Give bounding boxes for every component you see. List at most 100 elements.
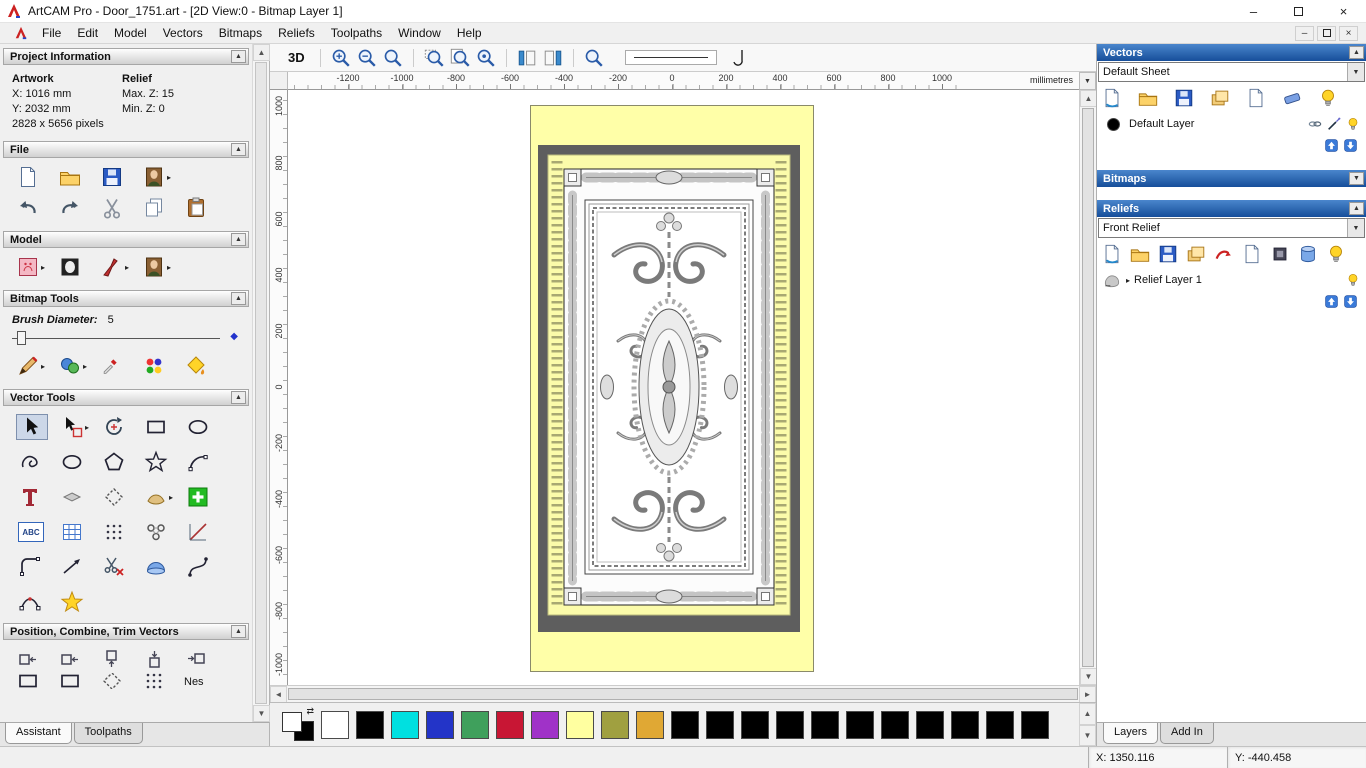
centre-in-page-icon[interactable]: [16, 647, 40, 671]
slice-vectors-icon[interactable]: [142, 673, 166, 689]
new-model-icon[interactable]: [16, 165, 40, 189]
import-relief-icon[interactable]: [1101, 243, 1123, 265]
palette-scroll-up-icon[interactable]: ▲: [1079, 703, 1096, 725]
tab-assistant[interactable]: Assistant: [5, 723, 72, 744]
layer-colour-chip[interactable]: [1107, 117, 1120, 131]
zoom-scale-icon[interactable]: [583, 47, 605, 69]
nesting-clipped-label[interactable]: Nes: [184, 676, 204, 688]
colour-swatch-16[interactable]: [881, 710, 909, 739]
colour-swatch-1[interactable]: [356, 710, 384, 739]
tab-toolpaths[interactable]: Toolpaths: [73, 723, 143, 744]
edit-layer-icon[interactable]: [1326, 116, 1342, 132]
vertical-scrollbar[interactable]: ▲ ▼: [1079, 90, 1097, 685]
vector-doctor-tool[interactable]: [142, 554, 174, 580]
create-ellipse-tool[interactable]: [58, 449, 90, 475]
paint-selective-icon[interactable]: [58, 354, 82, 378]
minimize-button[interactable]: –: [1231, 0, 1276, 22]
join-vectors-tool[interactable]: [58, 554, 90, 580]
colour-swatch-12[interactable]: [741, 710, 769, 739]
restore-button[interactable]: [1276, 0, 1321, 22]
close-button[interactable]: ×: [1321, 0, 1366, 22]
node-editing-tool[interactable]: [16, 589, 48, 615]
relief-flyout-arrow-icon[interactable]: ▸: [41, 263, 45, 272]
colour-swatch-20[interactable]: [1021, 710, 1049, 739]
primary-secondary-colour[interactable]: ⇄: [282, 706, 314, 741]
menu-bitmaps[interactable]: Bitmaps: [211, 24, 270, 42]
palette-scroll[interactable]: ▲ ▼: [1079, 703, 1096, 746]
zoom-window-icon[interactable]: [423, 47, 445, 69]
colour-swatch-10[interactable]: [671, 710, 699, 739]
colour-swatch-4[interactable]: [461, 710, 489, 739]
mdi-close-button[interactable]: ×: [1339, 25, 1358, 41]
copy-icon[interactable]: [142, 196, 166, 220]
sculpt-relief-icon[interactable]: [100, 255, 124, 279]
colour-swatch-13[interactable]: [776, 710, 804, 739]
relief-layer-name[interactable]: Relief Layer 1: [1134, 274, 1345, 286]
model-section-header[interactable]: Model ▲: [3, 231, 249, 248]
cut-icon[interactable]: [100, 196, 124, 220]
create-text-tool[interactable]: [16, 484, 48, 510]
open-model-icon[interactable]: [58, 165, 82, 189]
vector-layer-name[interactable]: Default Layer: [1129, 118, 1307, 130]
undo-icon[interactable]: [16, 196, 40, 220]
move-relief-layer-up-icon[interactable]: [1324, 294, 1339, 309]
collapse-reliefs-panel-button[interactable]: ▲: [1349, 202, 1364, 215]
colour-swatch-2[interactable]: [391, 710, 419, 739]
relief-layer-thumbnail-icon[interactable]: [1102, 270, 1122, 290]
menu-vectors[interactable]: Vectors: [155, 24, 211, 42]
colour-swatch-8[interactable]: [601, 710, 629, 739]
slider-thumb[interactable]: [17, 331, 26, 345]
create-arc-tool[interactable]: [184, 449, 216, 475]
transform-flyout-arrow-icon[interactable]: ▸: [85, 423, 89, 432]
vector-grid-tool[interactable]: [58, 519, 90, 545]
collapse-model-section-button[interactable]: ▲: [231, 233, 246, 246]
swap-colours-icon[interactable]: ⇄: [306, 706, 314, 717]
import-vectors-icon[interactable]: [1101, 87, 1123, 109]
text-on-curve-tool[interactable]: [58, 484, 90, 510]
transform-vectors-tool[interactable]: ▸: [58, 414, 90, 440]
sculpt-flyout-arrow-icon[interactable]: ▸: [125, 263, 129, 272]
menu-edit[interactable]: Edit: [69, 24, 106, 42]
create-rectangle-tool[interactable]: [142, 414, 174, 440]
colour-swatch-3[interactable]: [426, 710, 454, 739]
menu-model[interactable]: Model: [106, 24, 155, 42]
zoom-out-icon[interactable]: [356, 47, 378, 69]
zoom-in-icon[interactable]: [330, 47, 352, 69]
assistant-scrollbar[interactable]: ▲ ▼: [252, 44, 270, 722]
wrap-vectors-tool[interactable]: ▸: [142, 484, 174, 510]
fit-height-icon[interactable]: [542, 47, 564, 69]
save-vector-layer-icon[interactable]: [1173, 87, 1195, 109]
expand-bitmaps-panel-button[interactable]: ▼: [1349, 172, 1364, 185]
create-polygon-tool[interactable]: [100, 449, 132, 475]
colour-swatch-17[interactable]: [916, 710, 944, 739]
zoom-previous-icon[interactable]: [382, 47, 404, 69]
new-vector-layer-icon[interactable]: [1245, 87, 1267, 109]
bitmap-tools-header[interactable]: Bitmap Tools ▲: [3, 290, 249, 307]
slider-track[interactable]: [12, 338, 220, 339]
open-vector-layer-icon[interactable]: [1137, 87, 1159, 109]
offset-vector-tool[interactable]: [100, 484, 132, 510]
curve-style-selector[interactable]: [731, 48, 747, 68]
tab-add-in[interactable]: Add In: [1160, 723, 1214, 744]
mdi-restore-button[interactable]: [1317, 25, 1336, 41]
zoom-objects-icon[interactable]: [475, 47, 497, 69]
open-relief-layer-icon[interactable]: [1129, 243, 1151, 265]
merge-vector-layers-icon[interactable]: [1209, 87, 1231, 109]
save-relief-layer-icon[interactable]: [1157, 243, 1179, 265]
ruler-units-dropdown-icon[interactable]: ▼: [1079, 72, 1096, 90]
pick-colour-icon[interactable]: [100, 356, 120, 376]
align-bottom-icon[interactable]: [142, 647, 166, 671]
horizontal-scroll-thumb[interactable]: [288, 688, 1078, 700]
delete-vector-layer-icon[interactable]: [1281, 87, 1303, 109]
position-combine-trim-header[interactable]: Position, Combine, Trim Vectors ▲: [3, 623, 249, 640]
texture-flyout-arrow-icon[interactable]: ▸: [167, 263, 171, 272]
vector-tools-header[interactable]: Vector Tools ▲: [3, 389, 249, 406]
vectors-panel-header[interactable]: Vectors ▲: [1097, 44, 1366, 61]
layer-visibility-icon[interactable]: [1345, 116, 1361, 132]
select-vectors-tool[interactable]: [16, 414, 48, 440]
colour-swatch-14[interactable]: [811, 710, 839, 739]
fillet-tool[interactable]: [16, 554, 48, 580]
import-flyout-arrow-icon[interactable]: ▸: [167, 173, 171, 182]
texture-relief-icon[interactable]: [142, 255, 166, 279]
model-page[interactable]: [530, 105, 814, 672]
